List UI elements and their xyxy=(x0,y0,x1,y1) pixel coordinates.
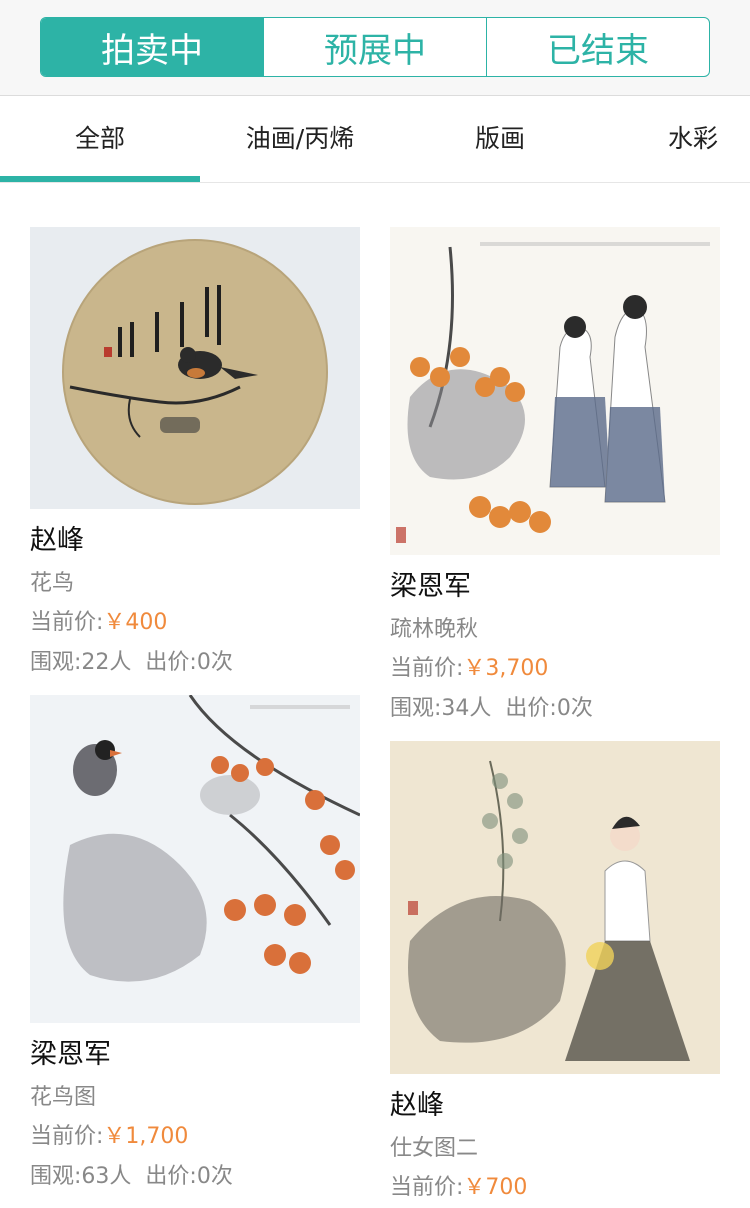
artist-name: 赵峰 xyxy=(30,525,84,556)
views-count: 34人 xyxy=(441,696,492,721)
artwork-image[interactable] xyxy=(390,227,720,555)
price-label: 当前价: xyxy=(30,610,104,635)
bids-count: 0次 xyxy=(196,1164,233,1189)
artist-name: 赵峰 xyxy=(390,1090,444,1121)
stats-row: 围观:22人 出价:0次 xyxy=(30,643,360,683)
current-price: ￥400 xyxy=(103,610,168,635)
current-price: ￥3,700 xyxy=(463,656,549,681)
artwork-title: 仕女图二 xyxy=(390,1136,479,1161)
bids-label: 出价: xyxy=(505,696,557,721)
current-price-row: 当前价:￥700 xyxy=(390,1168,720,1208)
bids-label: 出价: xyxy=(145,1164,197,1189)
artwork-image[interactable] xyxy=(30,695,360,1023)
top-bar: 拍卖中 预展中 已结束 xyxy=(0,0,750,96)
price-label: 当前价: xyxy=(390,1175,464,1200)
artwork-title: 花鸟 xyxy=(30,571,75,596)
category-watercolor[interactable]: 水彩 xyxy=(668,96,750,182)
tab-preview[interactable]: 预展中 xyxy=(263,18,486,76)
current-price: ￥700 xyxy=(463,1175,528,1200)
active-category-indicator xyxy=(0,176,200,182)
current-price-row: 当前价:￥3,700 xyxy=(390,649,720,689)
artwork-image[interactable] xyxy=(390,741,720,1074)
category-oil-acrylic[interactable]: 油画/丙烯 xyxy=(200,96,400,182)
artwork-title: 花鸟图 xyxy=(30,1085,97,1110)
views-count: 22人 xyxy=(81,650,132,675)
artwork-card[interactable]: 梁恩军 花鸟图 当前价:￥1,700 围观:63人 出价:0次 xyxy=(30,695,360,1197)
auction-status-segmented-control: 拍卖中 预展中 已结束 xyxy=(40,17,710,77)
bids-label: 出价: xyxy=(145,650,197,675)
artwork-card[interactable]: 赵峰 仕女图二 当前价:￥700 xyxy=(390,741,720,1208)
artwork-card[interactable]: 梁恩军 疏林晚秋 当前价:￥3,700 围观:34人 出价:0次 xyxy=(390,227,720,729)
artist-name: 梁恩军 xyxy=(30,1039,111,1070)
views-label: 围观: xyxy=(390,696,442,721)
views-count: 63人 xyxy=(81,1164,132,1189)
bids-count: 0次 xyxy=(556,696,593,721)
category-tabs: 全部 油画/丙烯 版画 水彩 xyxy=(0,96,750,183)
current-price-row: 当前价:￥1,700 xyxy=(30,1117,360,1157)
stats-row: 围观:34人 出价:0次 xyxy=(390,689,720,729)
tab-in-auction[interactable]: 拍卖中 xyxy=(41,18,263,76)
views-label: 围观: xyxy=(30,650,82,675)
price-label: 当前价: xyxy=(390,656,464,681)
category-all[interactable]: 全部 xyxy=(0,96,200,182)
artist-name: 梁恩军 xyxy=(390,571,471,602)
bids-count: 0次 xyxy=(196,650,233,675)
stats-row: 围观:63人 出价:0次 xyxy=(30,1157,360,1197)
current-price-row: 当前价:￥400 xyxy=(30,603,360,643)
artwork-card[interactable]: 赵峰 花鸟 当前价:￥400 围观:22人 出价:0次 xyxy=(30,227,360,683)
artwork-image[interactable] xyxy=(30,227,360,509)
views-label: 围观: xyxy=(30,1164,82,1189)
current-price: ￥1,700 xyxy=(103,1124,189,1149)
category-print[interactable]: 版画 xyxy=(400,96,600,182)
artwork-title: 疏林晚秋 xyxy=(390,617,479,642)
tab-ended[interactable]: 已结束 xyxy=(486,18,709,76)
price-label: 当前价: xyxy=(30,1124,104,1149)
